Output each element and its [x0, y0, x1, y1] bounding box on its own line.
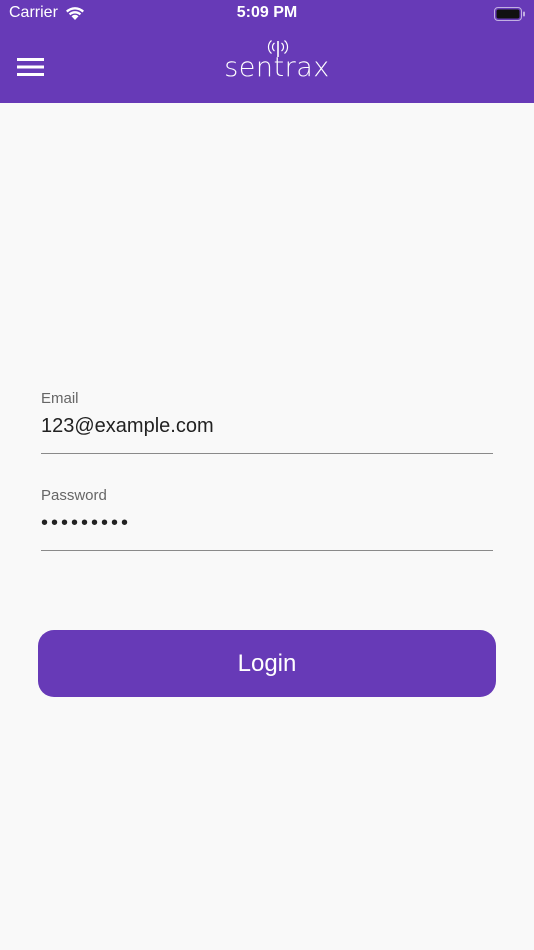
app-header: Carrier 5:09 PM sentrax: [0, 0, 534, 103]
menu-button[interactable]: [10, 50, 52, 84]
sentrax-logo: sentrax: [222, 38, 332, 86]
status-time: 5:09 PM: [236, 4, 298, 21]
login-button[interactable]: Login: [38, 630, 496, 697]
login-form: Email Password: [41, 388, 493, 551]
logo-wordmark: sentrax: [224, 52, 330, 83]
email-input[interactable]: [41, 412, 493, 440]
battery-icon: [494, 7, 526, 21]
status-bar: Carrier 5:09 PM: [0, 0, 534, 28]
email-field: Email: [41, 388, 493, 454]
email-label: Email: [41, 390, 79, 407]
hamburger-menu-icon: [17, 58, 44, 76]
password-field: Password: [41, 485, 493, 551]
password-input[interactable]: [41, 509, 493, 537]
password-label: Password: [41, 487, 107, 504]
